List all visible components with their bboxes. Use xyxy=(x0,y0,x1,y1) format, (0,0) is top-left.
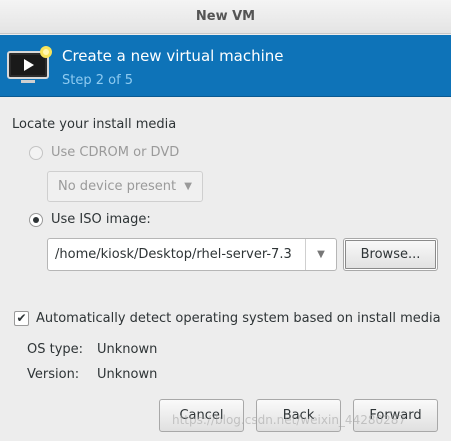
back-button[interactable]: Back xyxy=(256,399,341,432)
vm-monitor-icon xyxy=(7,46,52,83)
chevron-down-icon[interactable]: ▼ xyxy=(306,239,336,270)
wizard-title: Create a new virtual machine xyxy=(62,47,284,65)
iso-radio[interactable] xyxy=(29,212,43,227)
iso-path-input[interactable]: /home/kiosk/Desktop/rhel-server-7.3 xyxy=(48,239,306,270)
os-type-value: Unknown xyxy=(97,342,158,357)
auto-detect-checkbox[interactable]: ✔ xyxy=(14,311,29,326)
version-label: Version: xyxy=(27,367,80,382)
wizard-step: Step 2 of 5 xyxy=(62,73,134,88)
browse-button[interactable]: Browse... xyxy=(343,238,438,271)
version-value: Unknown xyxy=(97,367,158,382)
cdrom-device-value: No device present xyxy=(58,179,177,194)
iso-path-combo[interactable]: /home/kiosk/Desktop/rhel-server-7.3 ▼ xyxy=(47,238,337,271)
os-type-label: OS type: xyxy=(27,342,84,357)
auto-detect-label: Automatically detect operating system ba… xyxy=(36,311,441,326)
forward-button[interactable]: Forward xyxy=(353,399,438,432)
cancel-button[interactable]: Cancel xyxy=(159,399,244,432)
cdrom-device-select[interactable]: No device present ▼ xyxy=(47,171,203,202)
install-media-heading: Locate your install media xyxy=(12,117,177,132)
wizard-banner: Create a new virtual machine Step 2 of 5 xyxy=(0,35,451,97)
chevron-down-icon: ▼ xyxy=(184,181,192,192)
iso-option[interactable]: Use ISO image: xyxy=(29,212,151,227)
cdrom-radio[interactable] xyxy=(29,145,43,160)
cdrom-option-label: Use CDROM or DVD xyxy=(51,145,180,160)
iso-option-label: Use ISO image: xyxy=(51,212,151,227)
window-title: New VM xyxy=(0,0,451,34)
cdrom-option[interactable]: Use CDROM or DVD xyxy=(29,145,179,160)
